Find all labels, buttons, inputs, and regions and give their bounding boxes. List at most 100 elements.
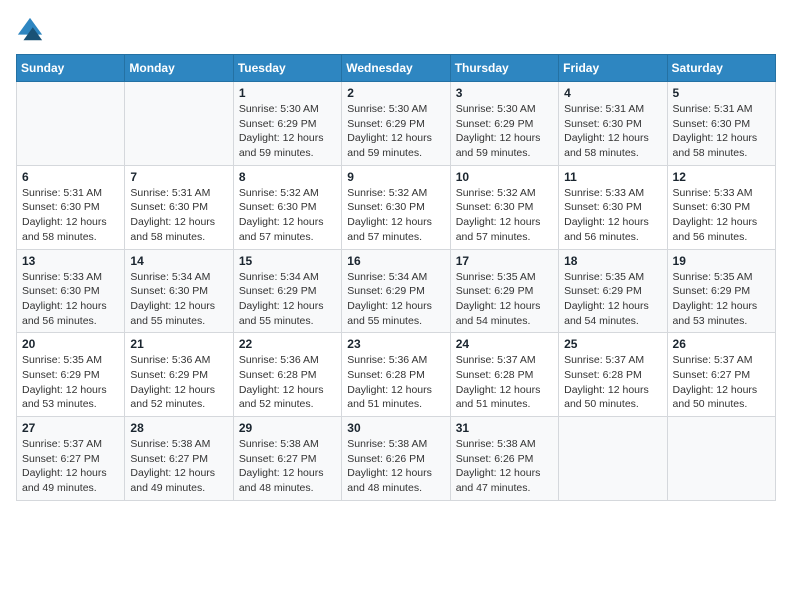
day-number: 19: [673, 254, 770, 268]
calendar-cell: 22 Sunrise: 5:36 AMSunset: 6:28 PMDayligh…: [233, 333, 341, 417]
day-info: Sunrise: 5:36 AMSunset: 6:29 PMDaylight:…: [130, 353, 227, 412]
day-info: Sunrise: 5:36 AMSunset: 6:28 PMDaylight:…: [239, 353, 336, 412]
weekday-header-monday: Monday: [125, 55, 233, 82]
day-number: 20: [22, 337, 119, 351]
calendar-cell: 7 Sunrise: 5:31 AMSunset: 6:30 PMDaylight…: [125, 165, 233, 249]
day-info: Sunrise: 5:37 AMSunset: 6:28 PMDaylight:…: [564, 353, 661, 412]
calendar-table: SundayMondayTuesdayWednesdayThursdayFrid…: [16, 54, 776, 501]
calendar-cell: [125, 82, 233, 166]
weekday-header-tuesday: Tuesday: [233, 55, 341, 82]
calendar-cell: 21 Sunrise: 5:36 AMSunset: 6:29 PMDayligh…: [125, 333, 233, 417]
day-number: 5: [673, 86, 770, 100]
day-info: Sunrise: 5:35 AMSunset: 6:29 PMDaylight:…: [22, 353, 119, 412]
calendar-cell: 13Sunrise: 5:33 AMSunset: 6:30 PMDayligh…: [17, 249, 125, 333]
day-info: Sunrise: 5:35 AMSunset: 6:29 PMDaylight:…: [564, 270, 661, 329]
day-number: 18: [564, 254, 661, 268]
calendar-cell: 24 Sunrise: 5:37 AMSunset: 6:28 PMDayligh…: [450, 333, 558, 417]
calendar-cell: 5 Sunrise: 5:31 AMSunset: 6:30 PMDaylight…: [667, 82, 775, 166]
calendar-cell: [17, 82, 125, 166]
calendar-cell: [667, 417, 775, 501]
calendar-cell: 4Sunrise: 5:31 AMSunset: 6:30 PMDaylight…: [559, 82, 667, 166]
day-info: Sunrise: 5:32 AMSunset: 6:30 PMDaylight:…: [347, 186, 444, 245]
day-number: 16: [347, 254, 444, 268]
calendar-cell: 2 Sunrise: 5:30 AMSunset: 6:29 PMDaylight…: [342, 82, 450, 166]
calendar-cell: 18 Sunrise: 5:35 AMSunset: 6:29 PMDayligh…: [559, 249, 667, 333]
calendar-header: SundayMondayTuesdayWednesdayThursdayFrid…: [17, 55, 776, 82]
weekday-header-sunday: Sunday: [17, 55, 125, 82]
weekday-header-thursday: Thursday: [450, 55, 558, 82]
day-number: 7: [130, 170, 227, 184]
week-row-3: 13Sunrise: 5:33 AMSunset: 6:30 PMDayligh…: [17, 249, 776, 333]
weekday-header-saturday: Saturday: [667, 55, 775, 82]
day-number: 8: [239, 170, 336, 184]
week-row-5: 27 Sunrise: 5:37 AMSunset: 6:27 PMDayligh…: [17, 417, 776, 501]
day-info: Sunrise: 5:30 AMSunset: 6:29 PMDaylight:…: [347, 102, 444, 161]
day-info: Sunrise: 5:30 AMSunset: 6:29 PMDaylight:…: [456, 102, 553, 161]
day-number: 9: [347, 170, 444, 184]
day-info: Sunrise: 5:32 AMSunset: 6:30 PMDaylight:…: [456, 186, 553, 245]
day-number: 29: [239, 421, 336, 435]
calendar-cell: 26Sunrise: 5:37 AMSunset: 6:27 PMDayligh…: [667, 333, 775, 417]
day-number: 11: [564, 170, 661, 184]
day-info: Sunrise: 5:31 AMSunset: 6:30 PMDaylight:…: [673, 102, 770, 161]
calendar-cell: 25 Sunrise: 5:37 AMSunset: 6:28 PMDayligh…: [559, 333, 667, 417]
day-info: Sunrise: 5:37 AMSunset: 6:28 PMDaylight:…: [456, 353, 553, 412]
calendar-cell: 10 Sunrise: 5:32 AMSunset: 6:30 PMDayligh…: [450, 165, 558, 249]
day-info: Sunrise: 5:30 AMSunset: 6:29 PMDaylight:…: [239, 102, 336, 161]
day-info: Sunrise: 5:33 AMSunset: 6:30 PMDaylight:…: [564, 186, 661, 245]
calendar-cell: 15 Sunrise: 5:34 AMSunset: 6:29 PMDayligh…: [233, 249, 341, 333]
day-number: 17: [456, 254, 553, 268]
calendar-cell: 1Sunrise: 5:30 AMSunset: 6:29 PMDaylight…: [233, 82, 341, 166]
calendar-cell: 6 Sunrise: 5:31 AMSunset: 6:30 PMDaylight…: [17, 165, 125, 249]
day-info: Sunrise: 5:38 AMSunset: 6:27 PMDaylight:…: [130, 437, 227, 496]
day-info: Sunrise: 5:38 AMSunset: 6:26 PMDaylight:…: [347, 437, 444, 496]
day-info: Sunrise: 5:31 AMSunset: 6:30 PMDaylight:…: [22, 186, 119, 245]
calendar-cell: 29 Sunrise: 5:38 AMSunset: 6:27 PMDayligh…: [233, 417, 341, 501]
calendar-cell: 16 Sunrise: 5:34 AMSunset: 6:29 PMDayligh…: [342, 249, 450, 333]
weekday-header-row: SundayMondayTuesdayWednesdayThursdayFrid…: [17, 55, 776, 82]
day-info: Sunrise: 5:35 AMSunset: 6:29 PMDaylight:…: [456, 270, 553, 329]
day-number: 2: [347, 86, 444, 100]
calendar-cell: [559, 417, 667, 501]
day-info: Sunrise: 5:37 AMSunset: 6:27 PMDaylight:…: [22, 437, 119, 496]
day-number: 6: [22, 170, 119, 184]
page-header: [16, 16, 776, 44]
day-info: Sunrise: 5:31 AMSunset: 6:30 PMDaylight:…: [130, 186, 227, 245]
day-info: Sunrise: 5:38 AMSunset: 6:27 PMDaylight:…: [239, 437, 336, 496]
day-number: 23: [347, 337, 444, 351]
day-info: Sunrise: 5:34 AMSunset: 6:30 PMDaylight:…: [130, 270, 227, 329]
calendar-cell: 27 Sunrise: 5:37 AMSunset: 6:27 PMDayligh…: [17, 417, 125, 501]
calendar-cell: 30Sunrise: 5:38 AMSunset: 6:26 PMDayligh…: [342, 417, 450, 501]
week-row-1: 1Sunrise: 5:30 AMSunset: 6:29 PMDaylight…: [17, 82, 776, 166]
day-number: 13: [22, 254, 119, 268]
day-info: Sunrise: 5:36 AMSunset: 6:28 PMDaylight:…: [347, 353, 444, 412]
week-row-4: 20 Sunrise: 5:35 AMSunset: 6:29 PMDayligh…: [17, 333, 776, 417]
calendar-cell: 14Sunrise: 5:34 AMSunset: 6:30 PMDayligh…: [125, 249, 233, 333]
day-number: 21: [130, 337, 227, 351]
day-number: 10: [456, 170, 553, 184]
day-number: 27: [22, 421, 119, 435]
calendar-cell: 19 Sunrise: 5:35 AMSunset: 6:29 PMDayligh…: [667, 249, 775, 333]
day-number: 22: [239, 337, 336, 351]
calendar-cell: 28 Sunrise: 5:38 AMSunset: 6:27 PMDayligh…: [125, 417, 233, 501]
day-info: Sunrise: 5:34 AMSunset: 6:29 PMDaylight:…: [239, 270, 336, 329]
weekday-header-wednesday: Wednesday: [342, 55, 450, 82]
calendar-cell: 3 Sunrise: 5:30 AMSunset: 6:29 PMDaylight…: [450, 82, 558, 166]
day-info: Sunrise: 5:31 AMSunset: 6:30 PMDaylight:…: [564, 102, 661, 161]
day-info: Sunrise: 5:38 AMSunset: 6:26 PMDaylight:…: [456, 437, 553, 496]
day-info: Sunrise: 5:35 AMSunset: 6:29 PMDaylight:…: [673, 270, 770, 329]
week-row-2: 6 Sunrise: 5:31 AMSunset: 6:30 PMDaylight…: [17, 165, 776, 249]
day-number: 25: [564, 337, 661, 351]
day-info: Sunrise: 5:33 AMSunset: 6:30 PMDaylight:…: [673, 186, 770, 245]
day-number: 15: [239, 254, 336, 268]
day-number: 3: [456, 86, 553, 100]
day-number: 31: [456, 421, 553, 435]
calendar-cell: 23 Sunrise: 5:36 AMSunset: 6:28 PMDayligh…: [342, 333, 450, 417]
day-info: Sunrise: 5:32 AMSunset: 6:30 PMDaylight:…: [239, 186, 336, 245]
day-info: Sunrise: 5:34 AMSunset: 6:29 PMDaylight:…: [347, 270, 444, 329]
day-number: 26: [673, 337, 770, 351]
weekday-header-friday: Friday: [559, 55, 667, 82]
day-number: 28: [130, 421, 227, 435]
calendar-cell: 17 Sunrise: 5:35 AMSunset: 6:29 PMDayligh…: [450, 249, 558, 333]
day-number: 24: [456, 337, 553, 351]
